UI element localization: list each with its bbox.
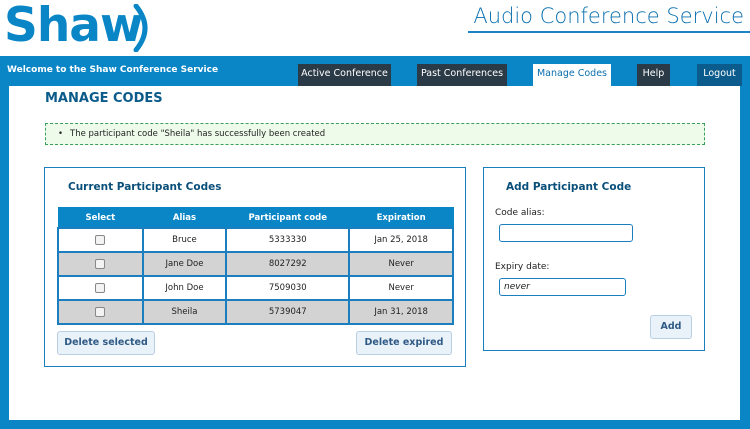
success-notice: • The participant code "Sheila" has succ… — [45, 123, 705, 145]
row-select-checkbox[interactable] — [95, 258, 106, 269]
delete-selected-button[interactable]: Delete selected — [57, 331, 155, 355]
select-cell — [57, 251, 144, 277]
page-title: MANAGE CODES — [45, 91, 163, 106]
add-code-title: Add Participant Code — [506, 181, 632, 193]
table-row: Sheila 5739047 Jan 31, 2018 — [57, 299, 454, 325]
logout-button[interactable]: Logout — [697, 64, 742, 86]
tab-manage-codes[interactable]: Manage Codes — [533, 64, 611, 86]
delete-expired-button[interactable]: Delete expired — [356, 331, 452, 355]
current-codes-panel: Current Participant Codes Select Alias P… — [44, 167, 466, 367]
expiration-cell: Jan 31, 2018 — [348, 299, 454, 325]
alias-cell: Bruce — [141, 227, 228, 253]
welcome-text: Welcome to the Shaw Conference Service — [7, 65, 219, 75]
current-codes-title: Current Participant Codes — [68, 181, 222, 193]
app-title: Audio Conference Service — [473, 4, 744, 28]
expiration-cell: Never — [348, 275, 454, 301]
code-cell: 5333330 — [225, 227, 351, 253]
select-cell — [57, 227, 144, 253]
expiry-date-label: Expiry date: — [495, 262, 550, 272]
add-button[interactable]: Add — [650, 315, 692, 339]
select-cell — [57, 275, 144, 301]
notice-message: The participant code "Sheila" has succes… — [70, 129, 326, 139]
column-header-code: Participant code — [225, 207, 350, 229]
expiry-date-input[interactable]: never — [499, 278, 626, 296]
add-code-panel: Add Participant Code Code alias: Expiry … — [483, 167, 705, 351]
column-header-alias: Alias — [142, 207, 227, 229]
code-alias-label: Code alias: — [495, 208, 545, 218]
tab-active-conference[interactable]: Active Conference — [298, 64, 391, 86]
alias-cell: Sheila — [141, 299, 228, 325]
header: Shaw Audio Conference Service — [0, 0, 750, 56]
logo-arc-icon — [133, 4, 148, 52]
expiration-cell: Never — [348, 251, 454, 277]
row-select-checkbox[interactable] — [95, 306, 106, 317]
column-header-expiration: Expiration — [348, 207, 454, 229]
logo-text: Shaw — [4, 0, 143, 53]
code-cell: 8027292 — [225, 251, 351, 277]
tab-help[interactable]: Help — [637, 64, 670, 86]
code-cell: 7509030 — [225, 275, 351, 301]
table-header-row: Select Alias Participant code Expiration — [57, 207, 454, 229]
column-header-select: Select — [57, 207, 144, 229]
select-cell — [57, 299, 144, 325]
bullet-icon: • — [58, 129, 64, 139]
code-alias-input[interactable] — [499, 224, 633, 242]
table-row: John Doe 7509030 Never — [57, 275, 454, 301]
table-row: Jane Doe 8027292 Never — [57, 251, 454, 277]
row-select-checkbox[interactable] — [95, 234, 106, 245]
code-cell: 5739047 — [225, 299, 351, 325]
expiration-cell: Jan 25, 2018 — [348, 227, 454, 253]
top-nav-bar: Welcome to the Shaw Conference Service A… — [0, 56, 750, 86]
table-row: Bruce 5333330 Jan 25, 2018 — [57, 227, 454, 253]
alias-cell: Jane Doe — [141, 251, 228, 277]
codes-table: Select Alias Participant code Expiration… — [57, 207, 454, 325]
row-select-checkbox[interactable] — [95, 282, 106, 293]
tab-past-conferences[interactable]: Past Conferences — [417, 64, 507, 86]
app-title-divider — [468, 31, 750, 33]
alias-cell: John Doe — [141, 275, 228, 301]
